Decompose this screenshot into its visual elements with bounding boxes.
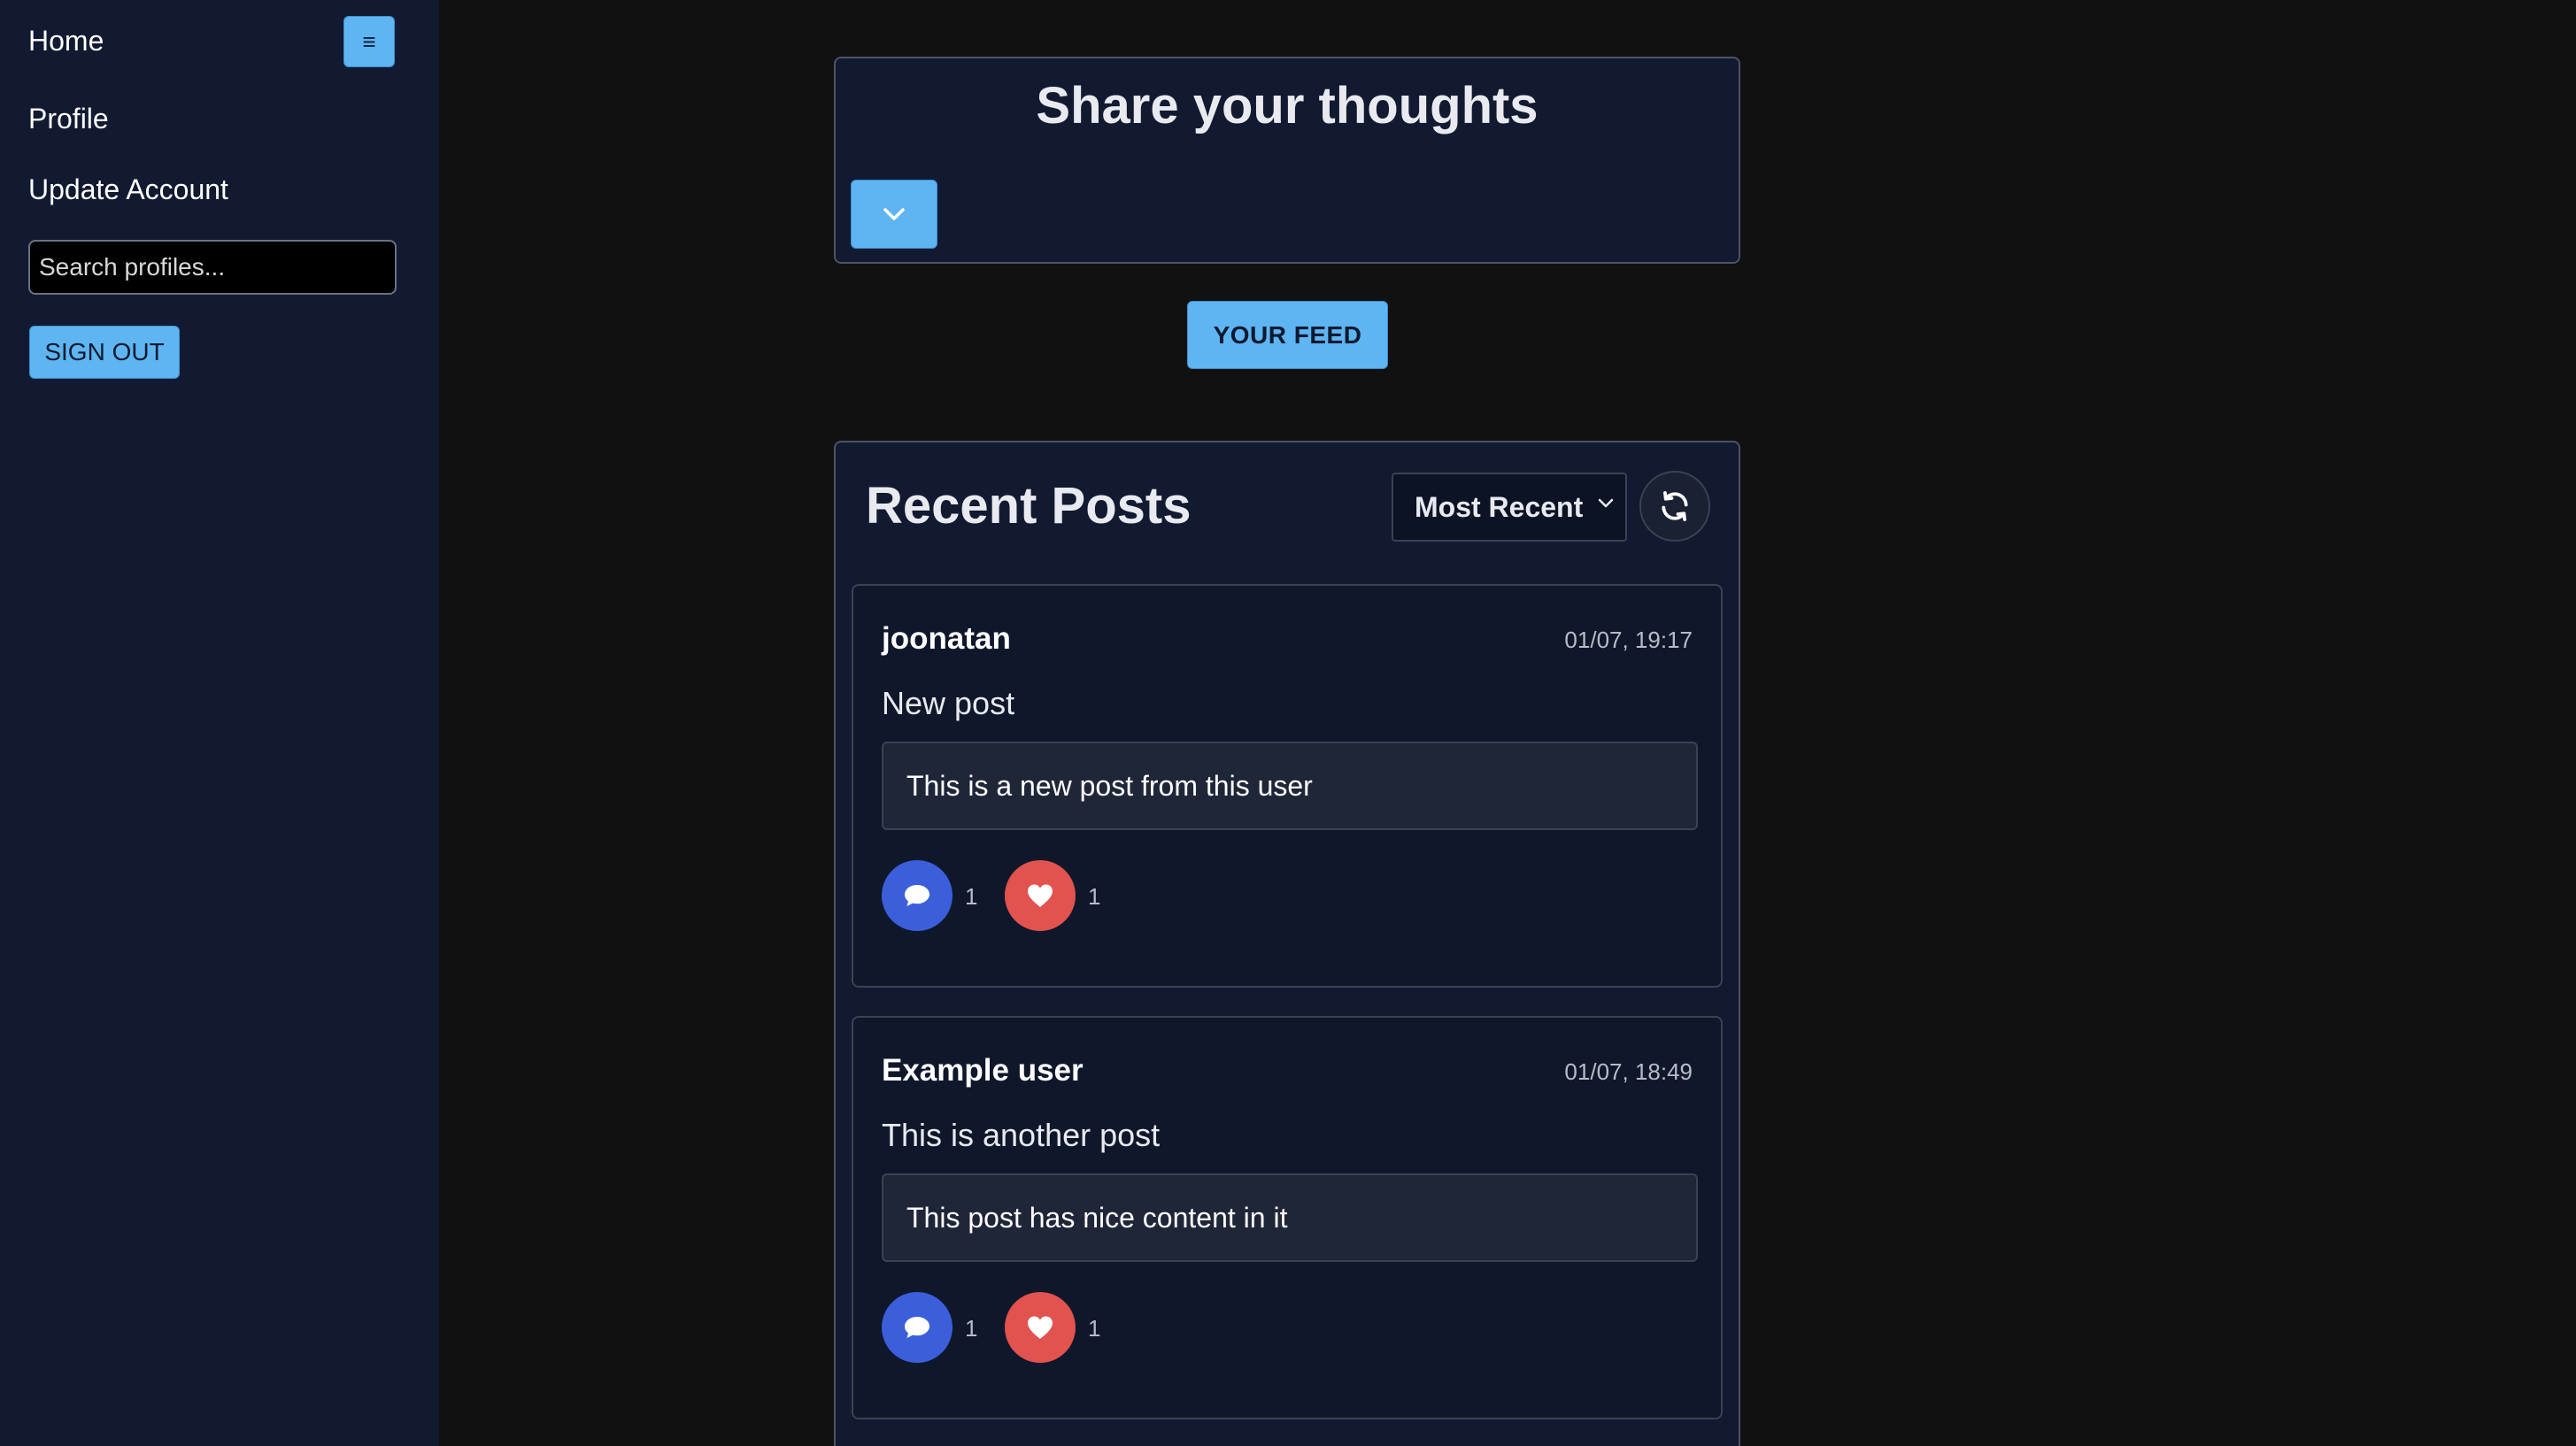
recent-posts-card: Recent Posts Most Recent joonatan 01/07,… (834, 441, 1740, 1446)
post-card: joonatan 01/07, 19:17 New post This is a… (852, 584, 1723, 988)
sort-selected-value: Most Recent (1415, 490, 1584, 523)
recent-posts-title: Recent Posts (866, 477, 1192, 535)
heart-icon (1028, 1316, 1053, 1339)
comment-icon (905, 1317, 929, 1338)
post-body: This post has nice content in it (882, 1173, 1698, 1262)
heart-icon (1028, 884, 1053, 907)
comment-button[interactable] (882, 860, 953, 931)
post-timestamp: 01/07, 18:49 (1564, 1058, 1693, 1085)
chevron-down-icon (883, 208, 905, 220)
refresh-icon (1662, 491, 1688, 521)
comment-button[interactable] (882, 1292, 953, 1363)
like-button[interactable] (1005, 1292, 1076, 1363)
post-title: New post (882, 685, 1015, 721)
sidebar-item-home[interactable]: Home (28, 25, 104, 58)
post-author[interactable]: Example user (882, 1053, 1084, 1088)
sidebar: Home ≡ Profile Update Account SIGN OUT (0, 0, 439, 1446)
hamburger-icon: ≡ (362, 27, 376, 55)
refresh-button[interactable] (1639, 471, 1710, 542)
expand-composer-button[interactable] (851, 180, 937, 249)
search-profiles-input[interactable] (28, 240, 397, 295)
post-author[interactable]: joonatan (882, 621, 1011, 657)
sort-select[interactable]: Most Recent (1392, 473, 1627, 542)
post-title: This is another post (882, 1117, 1161, 1153)
comment-count: 1 (965, 1315, 978, 1342)
like-count: 1 (1088, 883, 1101, 910)
comment-count: 1 (965, 883, 978, 910)
like-count: 1 (1088, 1315, 1101, 1342)
post-card: Example user 01/07, 18:49 This is anothe… (852, 1016, 1723, 1419)
chevron-down-icon (1598, 498, 1614, 508)
like-button[interactable] (1005, 860, 1076, 931)
sidebar-item-profile[interactable]: Profile (28, 103, 109, 135)
post-timestamp: 01/07, 19:17 (1564, 627, 1693, 653)
your-feed-button[interactable]: YOUR FEED (1187, 301, 1388, 369)
sidebar-item-update-account[interactable]: Update Account (28, 173, 228, 206)
share-title: Share your thoughts (1036, 77, 1539, 135)
share-card: Share your thoughts (834, 57, 1740, 264)
post-body: This is a new post from this user (882, 742, 1698, 830)
comment-icon (905, 885, 929, 906)
sign-out-button[interactable]: SIGN OUT (29, 326, 180, 379)
menu-toggle-button[interactable]: ≡ (343, 16, 395, 67)
